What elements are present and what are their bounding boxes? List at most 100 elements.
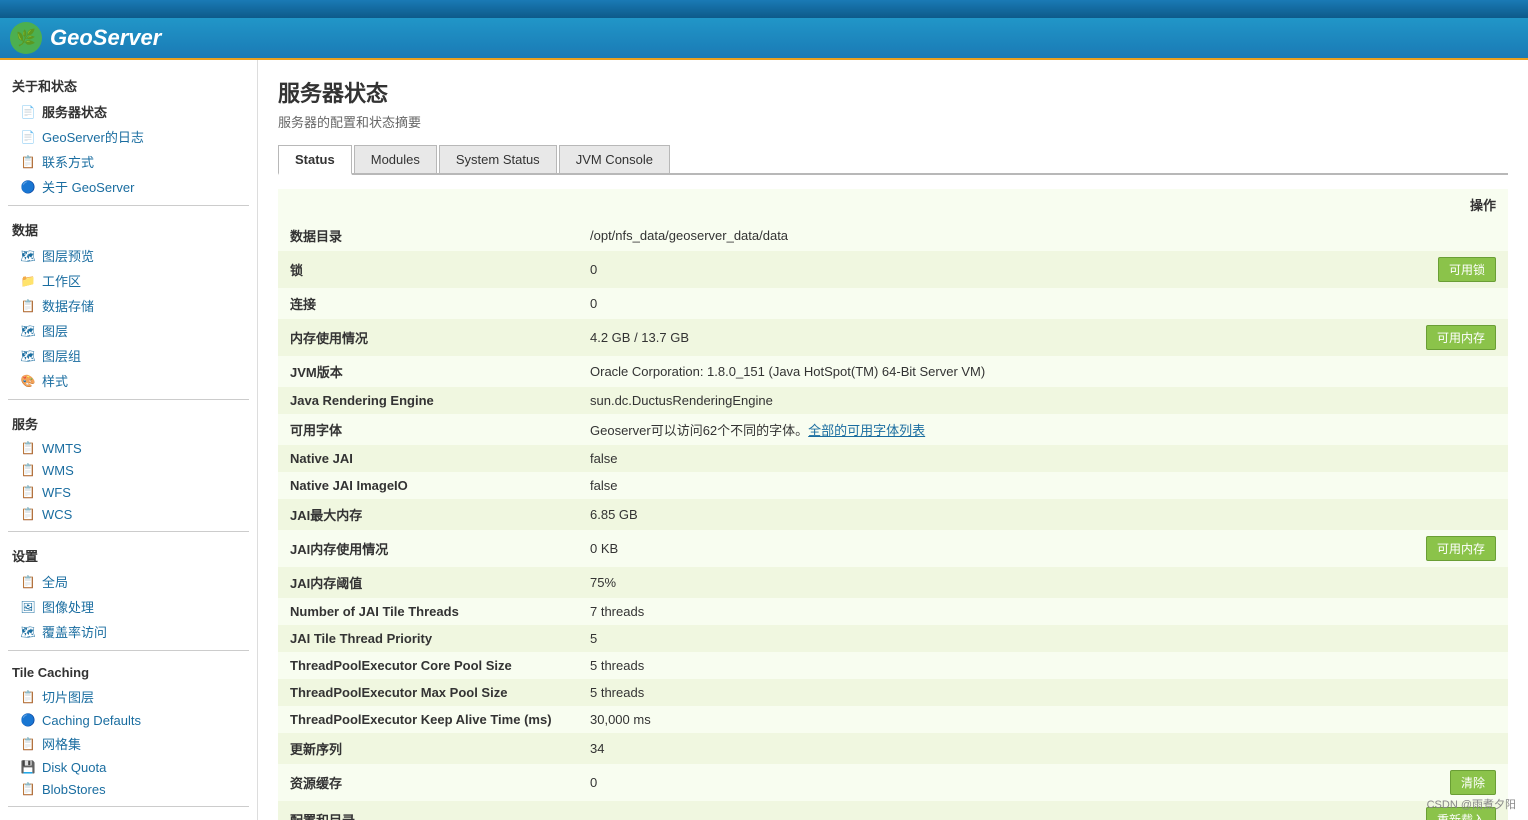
tile-layers-icon: 📋 bbox=[20, 689, 36, 705]
row-value-4: Oracle Corporation: 1.8.0_151 (Java HotS… bbox=[578, 356, 1388, 387]
row-action-3[interactable]: 可用内存 bbox=[1388, 319, 1508, 356]
tabs: Status Modules System Status JVM Console bbox=[278, 145, 1508, 175]
sidebar-item-wms[interactable]: 📋 WMS bbox=[0, 459, 257, 481]
sidebar-item-contact[interactable]: 📋 联系方式 bbox=[0, 149, 257, 174]
row-value-7: false bbox=[578, 445, 1388, 472]
row-value-14: 5 threads bbox=[578, 652, 1388, 679]
row-label-7: Native JAI bbox=[278, 445, 578, 472]
row-action-10[interactable]: 可用内存 bbox=[1388, 530, 1508, 567]
sidebar-item-styles[interactable]: 🎨 样式 bbox=[0, 368, 257, 393]
row-value-18: 0 bbox=[578, 764, 1388, 801]
sidebar-item-tile-layers[interactable]: 📋 切片图层 bbox=[0, 684, 257, 709]
sidebar-section-tile-caching: Tile Caching bbox=[0, 657, 257, 684]
row-action-17 bbox=[1388, 733, 1508, 764]
tab-jvm-console[interactable]: JVM Console bbox=[559, 145, 670, 173]
disk-quota-icon: 💾 bbox=[20, 759, 36, 775]
sidebar-item-geoserver-log[interactable]: 📄 GeoServer的日志 bbox=[0, 124, 257, 149]
styles-icon: 🎨 bbox=[20, 373, 36, 389]
watermark: CSDN @雨煮夕阳 bbox=[1427, 796, 1516, 812]
row-value-13: 5 bbox=[578, 625, 1388, 652]
sidebar-item-wcs[interactable]: 📋 WCS bbox=[0, 503, 257, 525]
table-row: 资源缓存 0 清除 bbox=[278, 764, 1508, 801]
row-value-1: 0 bbox=[578, 251, 1388, 288]
divider-4 bbox=[8, 650, 249, 651]
sidebar-item-layer-preview[interactable]: 🗺 图层预览 bbox=[0, 243, 257, 268]
sidebar-item-layers[interactable]: 🗺 图层 bbox=[0, 318, 257, 343]
row-label-18: 资源缓存 bbox=[278, 764, 578, 801]
btn-free-memory[interactable]: 可用内存 bbox=[1426, 325, 1496, 350]
gridsets-icon: 📋 bbox=[20, 736, 36, 752]
row-action-15 bbox=[1388, 679, 1508, 706]
tab-status[interactable]: Status bbox=[278, 145, 352, 175]
row-action-9 bbox=[1388, 499, 1508, 530]
sidebar-item-wmts[interactable]: 📋 WMTS bbox=[0, 437, 257, 459]
sidebar-item-disk-quota[interactable]: 💾 Disk Quota bbox=[0, 756, 257, 778]
row-value-9: 6.85 GB bbox=[578, 499, 1388, 530]
row-action-0 bbox=[1388, 220, 1508, 251]
global-icon: 📋 bbox=[20, 574, 36, 590]
divider-5 bbox=[8, 806, 249, 807]
table-row: ThreadPoolExecutor Keep Alive Time (ms) … bbox=[278, 706, 1508, 733]
table-row: 更新序列 34 bbox=[278, 733, 1508, 764]
row-label-5: Java Rendering Engine bbox=[278, 387, 578, 414]
row-label-19: 配置和目录 bbox=[278, 801, 578, 820]
sidebar-section-about: 关于和状态 bbox=[0, 68, 257, 99]
row-value-15: 5 threads bbox=[578, 679, 1388, 706]
row-action-1[interactable]: 可用锁 bbox=[1388, 251, 1508, 288]
font-list-link[interactable]: 全部的可用字体列表 bbox=[808, 423, 925, 438]
table-row: JVM版本 Oracle Corporation: 1.8.0_151 (Jav… bbox=[278, 356, 1508, 387]
wmts-icon: 📋 bbox=[20, 440, 36, 456]
table-header-operation: 操作 bbox=[1388, 189, 1508, 220]
tab-modules[interactable]: Modules bbox=[354, 145, 437, 173]
row-action-5 bbox=[1388, 387, 1508, 414]
sidebar-item-coverage-access[interactable]: 🗺 覆盖率访问 bbox=[0, 619, 257, 644]
wfs-icon: 📋 bbox=[20, 484, 36, 500]
btn-free-jai-memory[interactable]: 可用内存 bbox=[1426, 536, 1496, 561]
image-processing-icon: 🖼 bbox=[20, 599, 36, 615]
row-label-14: ThreadPoolExecutor Core Pool Size bbox=[278, 652, 578, 679]
logo-text: GeoServer bbox=[50, 25, 161, 51]
sidebar-item-about[interactable]: 🔵 关于 GeoServer bbox=[0, 174, 257, 199]
logo-bar: 🌿 GeoServer bbox=[0, 18, 1528, 60]
sidebar-item-layergroups[interactable]: 🗺 图层组 bbox=[0, 343, 257, 368]
table-row: JAI最大内存 6.85 GB bbox=[278, 499, 1508, 530]
btn-free-lock[interactable]: 可用锁 bbox=[1438, 257, 1496, 282]
row-label-6: 可用字体 bbox=[278, 414, 578, 445]
row-action-6 bbox=[1388, 414, 1508, 445]
wcs-icon: 📋 bbox=[20, 506, 36, 522]
sidebar-item-global[interactable]: 📋 全局 bbox=[0, 569, 257, 594]
row-action-16 bbox=[1388, 706, 1508, 733]
sidebar-item-gridsets[interactable]: 📋 网格集 bbox=[0, 731, 257, 756]
tab-system-status[interactable]: System Status bbox=[439, 145, 557, 173]
caching-defaults-icon: 🔵 bbox=[20, 712, 36, 728]
row-label-16: ThreadPoolExecutor Keep Alive Time (ms) bbox=[278, 706, 578, 733]
table-row: Native JAI false bbox=[278, 445, 1508, 472]
sidebar-item-server-status[interactable]: 📄 服务器状态 bbox=[0, 99, 257, 124]
sidebar-item-datastore[interactable]: 📋 数据存储 bbox=[0, 293, 257, 318]
row-label-15: ThreadPoolExecutor Max Pool Size bbox=[278, 679, 578, 706]
sidebar-item-wfs[interactable]: 📋 WFS bbox=[0, 481, 257, 503]
layout: 关于和状态 📄 服务器状态 📄 GeoServer的日志 📋 联系方式 🔵 关于… bbox=[0, 60, 1528, 820]
row-action-11 bbox=[1388, 567, 1508, 598]
row-action-12 bbox=[1388, 598, 1508, 625]
row-action-14 bbox=[1388, 652, 1508, 679]
table-row: 内存使用情况 4.2 GB / 13.7 GB 可用内存 bbox=[278, 319, 1508, 356]
sidebar-item-blobstores[interactable]: 📋 BlobStores bbox=[0, 778, 257, 800]
divider-3 bbox=[8, 531, 249, 532]
blobstores-icon: 📋 bbox=[20, 781, 36, 797]
sidebar-item-image-processing[interactable]: 🖼 图像处理 bbox=[0, 594, 257, 619]
row-label-11: JAI内存阈值 bbox=[278, 567, 578, 598]
sidebar-item-workspace[interactable]: 📁 工作区 bbox=[0, 268, 257, 293]
btn-clear-cache[interactable]: 清除 bbox=[1450, 770, 1496, 795]
row-value-11: 75% bbox=[578, 567, 1388, 598]
log-icon: 📄 bbox=[20, 129, 36, 145]
row-label-10: JAI内存使用情况 bbox=[278, 530, 578, 567]
layer-preview-icon: 🗺 bbox=[20, 248, 36, 264]
status-table: 操作 数据目录 /opt/nfs_data/geoserver_data/dat… bbox=[278, 189, 1508, 820]
row-value-3: 4.2 GB / 13.7 GB bbox=[578, 319, 1388, 356]
page-subtitle: 服务器的配置和状态摘要 bbox=[278, 112, 1508, 131]
row-label-4: JVM版本 bbox=[278, 356, 578, 387]
row-label-17: 更新序列 bbox=[278, 733, 578, 764]
row-value-17: 34 bbox=[578, 733, 1388, 764]
sidebar-item-caching-defaults[interactable]: 🔵 Caching Defaults bbox=[0, 709, 257, 731]
